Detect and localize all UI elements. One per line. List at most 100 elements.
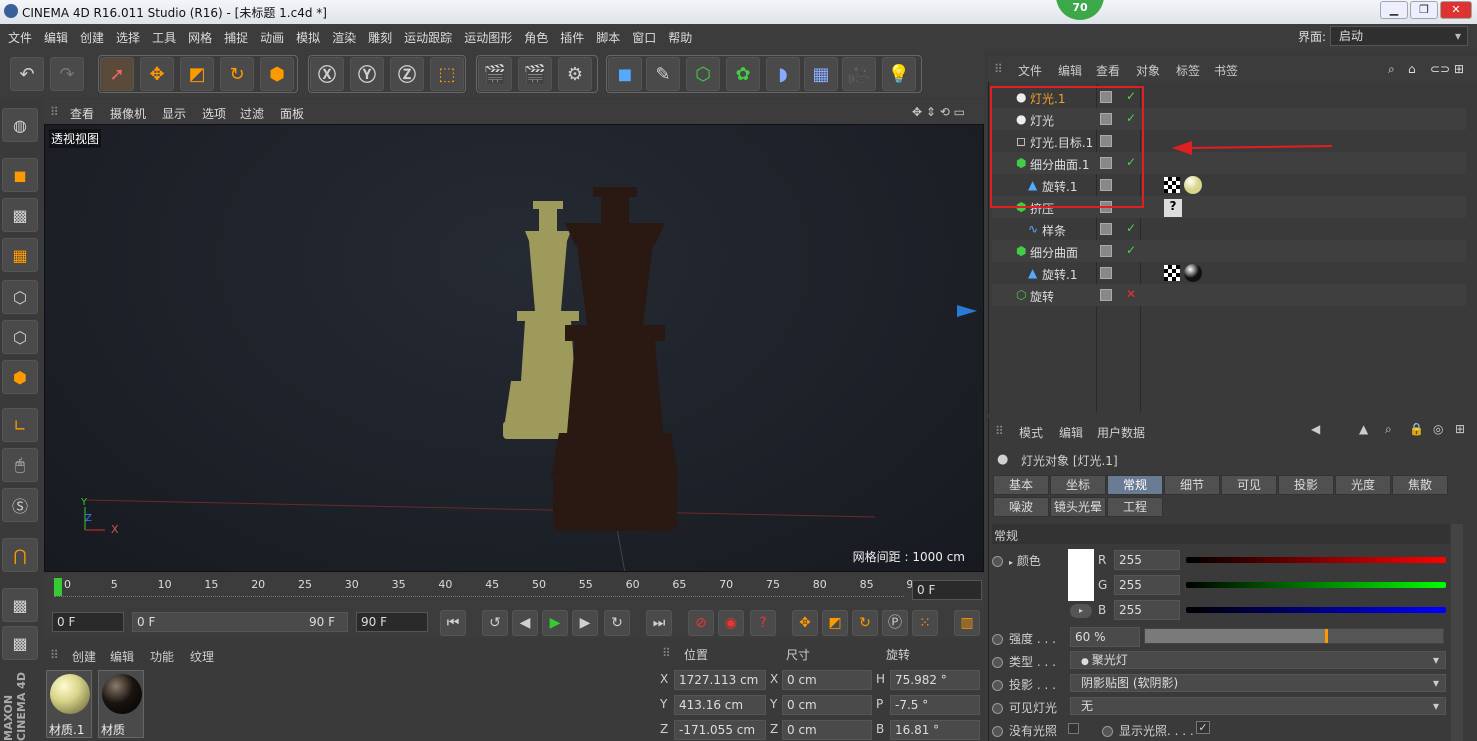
lock-workplane-icon[interactable]: ▩ bbox=[2, 588, 38, 622]
visible-light-select[interactable]: 无 bbox=[1070, 697, 1446, 715]
attr-tab[interactable]: 噪波 bbox=[993, 497, 1049, 517]
attr-scrollbar[interactable] bbox=[1451, 524, 1463, 741]
attr-tab[interactable]: 光度 bbox=[1335, 475, 1391, 495]
menu-item-1[interactable]: 编辑 bbox=[44, 31, 68, 45]
obj-menu-tag[interactable]: 标签 bbox=[1176, 62, 1200, 79]
menu-item-10[interactable]: 雕刻 bbox=[368, 31, 392, 45]
menu-item-14[interactable]: 插件 bbox=[560, 31, 584, 45]
magnet-icon[interactable]: ⋂ bbox=[2, 538, 38, 572]
home-icon[interactable]: ⌂ bbox=[1408, 62, 1416, 76]
record-icon[interactable]: ⊘ bbox=[688, 610, 714, 636]
start-frame-field[interactable]: 0 F bbox=[52, 612, 124, 632]
timeline-ruler[interactable]: 051015202530354045505560657075808590 0 F bbox=[44, 574, 984, 608]
current-frame-field[interactable]: 0 F bbox=[912, 580, 982, 600]
notification-badge[interactable]: 70 bbox=[1056, 0, 1104, 20]
tweak-mode-icon[interactable]: 🖱 bbox=[2, 448, 38, 482]
red-field[interactable]: 255 bbox=[1114, 550, 1180, 570]
intensity-field[interactable]: 60 % bbox=[1070, 627, 1140, 647]
back-arrow-icon[interactable]: ◀ bbox=[1311, 422, 1320, 436]
y-axis-lock-icon[interactable]: Ⓨ bbox=[350, 57, 384, 91]
prev-frame-icon[interactable]: ◀ bbox=[512, 610, 538, 636]
spline-pen-icon[interactable]: ✎ bbox=[646, 57, 680, 91]
menu-item-15[interactable]: 脚本 bbox=[596, 31, 620, 45]
size-field[interactable]: 0 cm bbox=[782, 720, 872, 740]
menu-item-11[interactable]: 运动跟踪 bbox=[404, 31, 452, 45]
menu-item-13[interactable]: 角色 bbox=[524, 31, 548, 45]
vp-menu-view[interactable]: 查看 bbox=[70, 105, 94, 122]
go-to-end-icon[interactable]: ⏭ bbox=[646, 610, 672, 636]
rotate-icon[interactable]: ↻ bbox=[220, 57, 254, 91]
coordinate-system-icon[interactable]: ⬚ bbox=[430, 57, 464, 91]
key-param-icon[interactable]: Ⓟ bbox=[882, 610, 908, 636]
layout-select[interactable]: 启动 bbox=[1330, 26, 1468, 46]
attr-tab[interactable]: 镜头光晕 bbox=[1050, 497, 1106, 517]
model-mode-icon[interactable]: ◼ bbox=[2, 158, 38, 192]
object-name[interactable]: 旋转 bbox=[1030, 288, 1054, 305]
texture-tag-icon[interactable] bbox=[1164, 265, 1180, 281]
enable-toggle[interactable]: ✕ bbox=[1126, 287, 1136, 301]
close-button[interactable]: ✕ bbox=[1440, 1, 1472, 19]
type-anim-radio[interactable] bbox=[992, 657, 1003, 668]
rotation-field[interactable]: 75.982 ° bbox=[890, 670, 980, 690]
menu-item-2[interactable]: 创建 bbox=[80, 31, 104, 45]
attr-tab[interactable]: 工程 bbox=[1107, 497, 1163, 517]
x-axis-lock-icon[interactable]: Ⓧ bbox=[310, 57, 344, 91]
menu-item-12[interactable]: 运动图形 bbox=[464, 31, 512, 45]
layer-icon[interactable] bbox=[1100, 223, 1112, 235]
rotation-field[interactable]: -7.5 ° bbox=[890, 695, 980, 715]
color-anim-radio[interactable] bbox=[992, 556, 1003, 567]
next-key-icon[interactable]: ↻ bbox=[604, 610, 630, 636]
menu-item-17[interactable]: 帮助 bbox=[668, 31, 692, 45]
vp-menu-filter[interactable]: 过滤 bbox=[240, 105, 264, 122]
vp-menu-camera[interactable]: 摄像机 bbox=[110, 105, 146, 122]
axis-mode-icon[interactable]: ∟ bbox=[2, 408, 38, 442]
texture-mode-icon[interactable]: ▩ bbox=[2, 198, 38, 232]
subdivision-surface-icon[interactable]: ⬡ bbox=[686, 57, 720, 91]
make-editable-icon[interactable]: ◍ bbox=[2, 108, 38, 142]
move-icon[interactable]: ✥ bbox=[140, 57, 174, 91]
menu-item-4[interactable]: 工具 bbox=[152, 31, 176, 45]
object-row[interactable] bbox=[992, 284, 1466, 306]
menu-item-7[interactable]: 动画 bbox=[260, 31, 284, 45]
texture-tag-icon[interactable] bbox=[1164, 177, 1180, 193]
obj-menu-edit[interactable]: 编辑 bbox=[1058, 62, 1082, 79]
attr-tab[interactable]: 基本 bbox=[993, 475, 1049, 495]
autokey-icon[interactable]: ◉ bbox=[718, 610, 744, 636]
lock-icon[interactable]: 🔒 bbox=[1409, 422, 1424, 436]
link-icon[interactable]: ⊂⊃ bbox=[1430, 62, 1450, 76]
light-type-select[interactable]: ● 聚光灯 bbox=[1070, 651, 1446, 669]
menu-item-9[interactable]: 渲染 bbox=[332, 31, 356, 45]
material-swatch-1[interactable]: 材质.1 bbox=[46, 670, 92, 738]
new-window-icon[interactable]: ⊞ bbox=[1455, 422, 1465, 436]
visible-anim-radio[interactable] bbox=[992, 703, 1003, 714]
recent-tool-icon[interactable]: ⬢ bbox=[260, 57, 294, 91]
size-field[interactable]: 0 cm bbox=[782, 670, 872, 690]
snap-icon[interactable]: Ⓢ bbox=[2, 488, 38, 522]
menu-item-6[interactable]: 捕捉 bbox=[224, 31, 248, 45]
key-scale-icon[interactable]: ◩ bbox=[822, 610, 848, 636]
material-swatch-2[interactable]: 材质 bbox=[98, 670, 144, 738]
object-name[interactable]: 样条 bbox=[1042, 222, 1066, 239]
undo-icon[interactable]: ↶ bbox=[10, 57, 44, 91]
show-light-checkbox[interactable]: ✓ bbox=[1196, 721, 1210, 734]
attr-tab[interactable]: 细节 bbox=[1164, 475, 1220, 495]
redo-icon[interactable]: ↷ bbox=[50, 57, 84, 91]
menu-item-5[interactable]: 网格 bbox=[188, 31, 212, 45]
color-swatch[interactable] bbox=[1068, 549, 1094, 601]
position-field[interactable]: -171.055 cm bbox=[674, 720, 766, 740]
material-tag-icon[interactable] bbox=[1184, 176, 1202, 194]
select-cursor-icon[interactable]: ➚ bbox=[100, 57, 134, 91]
floor-icon[interactable]: ▦ bbox=[804, 57, 838, 91]
go-to-start-icon[interactable]: ⏮ bbox=[440, 610, 466, 636]
object-name[interactable]: 细分曲面 bbox=[1030, 244, 1078, 261]
end-frame-field[interactable]: 90 F bbox=[356, 612, 428, 632]
layer-icon[interactable] bbox=[1100, 267, 1112, 279]
shadow-anim-radio[interactable] bbox=[992, 680, 1003, 691]
attr-menu-userdata[interactable]: 用户数据 bbox=[1097, 424, 1145, 441]
target-icon[interactable]: ◎ bbox=[1433, 422, 1443, 436]
render-picture-viewer-icon[interactable]: 🎬 bbox=[518, 57, 552, 91]
cube-icon[interactable]: ◼ bbox=[608, 57, 642, 91]
obj-menu-view[interactable]: 查看 bbox=[1096, 62, 1120, 79]
attr-tab[interactable]: 焦散 bbox=[1392, 475, 1448, 495]
obj-menu-object[interactable]: 对象 bbox=[1136, 62, 1160, 79]
